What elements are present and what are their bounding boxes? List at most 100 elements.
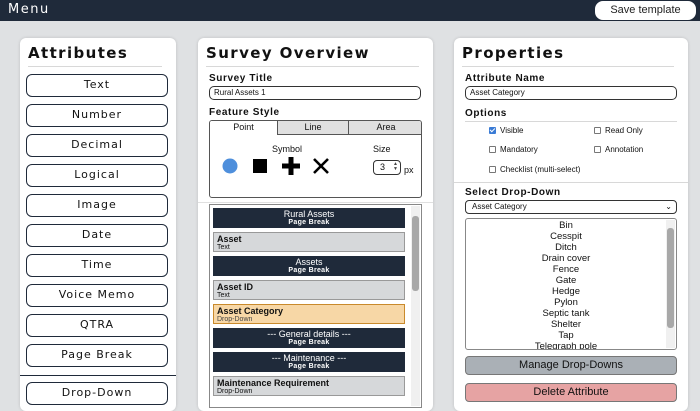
- spinner-arrows-icon[interactable]: ▲ ▼: [393, 162, 398, 172]
- size-value: 3: [380, 162, 386, 172]
- manage-drop-downs-button[interactable]: Manage Drop-Downs: [465, 356, 677, 375]
- survey-items-list: Rural Assets Page Break Asset Text Asset…: [209, 204, 422, 408]
- list-item[interactable]: Fence: [466, 264, 666, 275]
- divider: [454, 182, 688, 183]
- visible-checkbox[interactable]: [489, 127, 496, 134]
- visible-label: Visible: [500, 126, 524, 135]
- dropdown-options-list: Bin Cesspit Ditch Drain cover Fence Gate…: [465, 218, 677, 350]
- annotation-checkbox[interactable]: [594, 146, 601, 153]
- item-name: Rural Assets: [283, 209, 335, 219]
- divider: [20, 375, 176, 376]
- list-item[interactable]: --- Maintenance --- Page Break: [213, 352, 405, 372]
- list-item[interactable]: Pylon: [466, 297, 666, 308]
- survey-title-input[interactable]: Rural Assets 1: [209, 86, 421, 100]
- list-item[interactable]: Hedge: [466, 286, 666, 297]
- size-stepper[interactable]: 3 ▲ ▼: [373, 160, 401, 175]
- list-item[interactable]: --- General details --- Page Break: [213, 328, 405, 348]
- square-icon[interactable]: [253, 159, 267, 173]
- list-item[interactable]: Telegraph pole: [466, 341, 666, 349]
- attribute-button-number[interactable]: Number: [26, 104, 168, 127]
- item-type: Text: [217, 292, 230, 299]
- list-item[interactable]: Tap: [466, 330, 666, 341]
- read-only-checkbox[interactable]: [594, 127, 601, 134]
- scrollbar-thumb[interactable]: [412, 216, 419, 291]
- symbol-label: Symbol: [272, 144, 303, 154]
- delete-attribute-button[interactable]: Delete Attribute: [465, 383, 677, 402]
- circle-icon[interactable]: [222, 158, 238, 174]
- list-item[interactable]: Gate: [466, 275, 666, 286]
- list-item[interactable]: Maintenance Requirement Drop-Down: [213, 376, 405, 396]
- cross-icon[interactable]: [313, 158, 329, 174]
- divider: [465, 121, 677, 122]
- list-scrollbar[interactable]: [411, 206, 420, 406]
- item-name: --- Maintenance ---: [271, 353, 347, 363]
- list-item[interactable]: Drain cover: [466, 253, 666, 264]
- attribute-button-time[interactable]: Time: [26, 254, 168, 277]
- attribute-button-logical[interactable]: Logical: [26, 164, 168, 187]
- list-item-selected[interactable]: Asset Category Drop-Down: [213, 304, 405, 324]
- attribute-name-label: Attribute Name: [465, 73, 546, 84]
- list-item[interactable]: Septic tank: [466, 308, 666, 319]
- attribute-button-page-break[interactable]: Page Break: [26, 344, 168, 367]
- survey-title-label: Survey Title: [209, 73, 273, 84]
- attribute-button-image[interactable]: Image: [26, 194, 168, 217]
- item-name: Maintenance Requirement: [217, 378, 330, 388]
- divider: [28, 66, 162, 67]
- list-item[interactable]: Assets Page Break: [213, 256, 405, 276]
- list-item[interactable]: Asset Text: [213, 232, 405, 252]
- survey-overview-title: Survey Overview: [206, 44, 370, 62]
- mandatory-checkbox[interactable]: [489, 146, 496, 153]
- attribute-button-text[interactable]: Text: [26, 74, 168, 97]
- divider: [462, 66, 674, 67]
- attribute-button-voice-memo[interactable]: Voice Memo: [26, 284, 168, 307]
- item-type: Page Break: [288, 339, 330, 346]
- attribute-button-drop-down[interactable]: Drop-Down: [26, 382, 168, 405]
- tab-point[interactable]: Point: [210, 121, 278, 135]
- feature-style-box: Point Line Area Symbol Size 3 ▲ ▼ px: [209, 120, 422, 198]
- list-scrollbar[interactable]: [666, 220, 675, 348]
- attributes-title: Attributes: [28, 44, 129, 62]
- top-bar: Menu Save template: [0, 0, 700, 21]
- list-item[interactable]: Rural Assets Page Break: [213, 208, 405, 228]
- attribute-button-date[interactable]: Date: [26, 224, 168, 247]
- feature-style-label: Feature Style: [209, 107, 280, 118]
- options-label: Options: [465, 108, 507, 119]
- attributes-panel: Attributes Text Number Decimal Logical I…: [20, 38, 176, 411]
- divider: [206, 66, 419, 67]
- menu-title[interactable]: Menu: [8, 2, 50, 17]
- survey-overview-panel: Survey Overview Survey Title Rural Asset…: [198, 38, 433, 411]
- list-item[interactable]: Cesspit: [466, 231, 666, 242]
- size-unit: px: [404, 165, 414, 175]
- divider: [198, 202, 433, 203]
- item-name: Asset ID: [217, 282, 254, 292]
- select-dropdown-value: Asset Category: [472, 202, 527, 211]
- list-item[interactable]: Shelter: [466, 319, 666, 330]
- item-name: Assets: [295, 257, 323, 267]
- scrollbar-thumb[interactable]: [667, 228, 674, 328]
- select-dropdown[interactable]: Asset Category ⌄: [465, 200, 677, 214]
- tab-area[interactable]: Area: [349, 121, 421, 135]
- properties-title: Properties: [462, 44, 565, 62]
- chevron-down-icon: ⌄: [665, 202, 672, 211]
- mandatory-label: Mandatory: [500, 145, 538, 154]
- item-type: Drop-Down: [217, 388, 253, 395]
- item-name: --- General details ---: [267, 329, 351, 339]
- read-only-label: Read Only: [605, 126, 643, 135]
- tab-line[interactable]: Line: [278, 121, 349, 135]
- plus-icon[interactable]: [282, 157, 300, 175]
- annotation-label: Annotation: [605, 145, 644, 154]
- attribute-button-decimal[interactable]: Decimal: [26, 134, 168, 157]
- item-type: Drop-Down: [217, 316, 253, 323]
- list-item[interactable]: Asset ID Text: [213, 280, 405, 300]
- attribute-name-input[interactable]: Asset Category: [465, 86, 677, 100]
- checklist-label: Checklist (multi-select): [500, 165, 581, 174]
- item-type: Text: [217, 244, 230, 251]
- checklist-checkbox[interactable]: [489, 166, 496, 173]
- item-name: Asset Category: [217, 306, 284, 316]
- attribute-button-qtra[interactable]: QTRA: [26, 314, 168, 337]
- list-item[interactable]: Ditch: [466, 242, 666, 253]
- item-name: Asset: [217, 234, 242, 244]
- save-template-button[interactable]: Save template: [595, 1, 696, 20]
- list-item[interactable]: Bin: [466, 220, 666, 231]
- item-type: Page Break: [288, 363, 330, 370]
